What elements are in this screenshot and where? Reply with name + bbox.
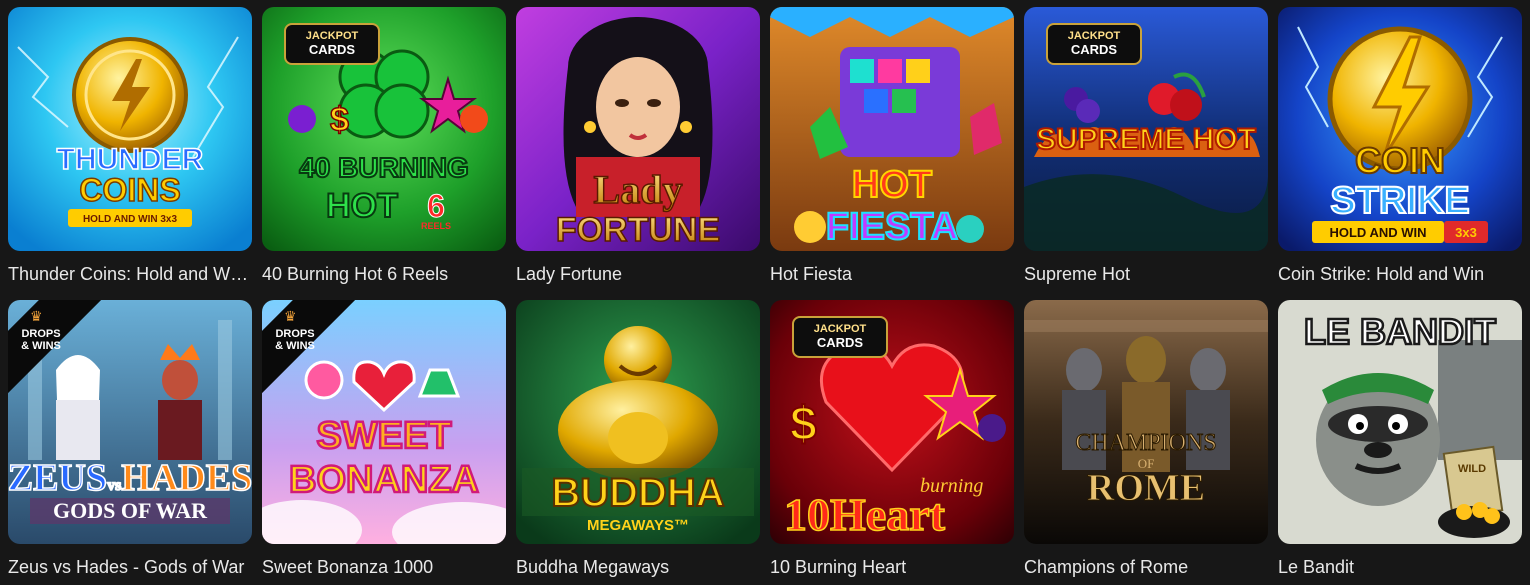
jackpot-cards-badge: JACKPOT CARDS: [1046, 23, 1142, 65]
art-text: Lady: [594, 167, 683, 212]
game-title[interactable]: Thunder Coins: Hold and Win 3x3: [8, 263, 252, 285]
drops-wins-label: DROPS & WINS: [275, 328, 315, 352]
game-title[interactable]: Hot Fiesta: [770, 263, 1014, 285]
game-title[interactable]: Buddha Megaways: [516, 556, 760, 578]
game-title[interactable]: Lady Fortune: [516, 263, 760, 285]
art-text: vs: [107, 477, 121, 494]
art-text: 10: [784, 489, 830, 540]
game-card-champions-of-rome[interactable]: CHAMPIONS OF ROME Champions of Rome: [1024, 300, 1268, 577]
art-text: MEGAWAYS™: [587, 517, 689, 534]
game-thumbnail[interactable]: HOT FIESTA: [770, 7, 1014, 251]
game-thumbnail[interactable]: $ burning 10Heart JACKPOT CARDS: [770, 300, 1014, 544]
jackpot-cards-badge: JACKPOT CARDS: [284, 23, 380, 65]
jackpot-cards-badge: JACKPOT CARDS: [792, 316, 888, 358]
art-text: GODS OF WAR: [53, 498, 208, 523]
game-card-supreme-hot[interactable]: SUPREME HOT JACKPOT CARDS Supreme Hot: [1024, 7, 1268, 300]
le-bandit-art: LE BANDIT WILD: [1278, 300, 1522, 544]
art-text: HOLD AND WIN: [1329, 225, 1426, 240]
game-title[interactable]: Sweet Bonanza 1000: [262, 556, 506, 578]
game-card-thunder-coins[interactable]: THUNDER COINS HOLD AND WIN 3x3 Thunder C…: [8, 7, 252, 300]
game-thumbnail[interactable]: Lady FORTUNE: [516, 7, 760, 251]
art-text: CHAMPIONS: [1075, 430, 1216, 456]
art-text: Heart: [830, 489, 946, 540]
game-card-sweet-bonanza[interactable]: SWEET BONANZA ♛ DROPS & WINS Sweet Bonanz…: [262, 300, 506, 577]
art-text: ROME: [1087, 467, 1205, 509]
drops-wins-label: DROPS & WINS: [21, 328, 61, 352]
game-thumbnail[interactable]: BUDDHA MEGAWAYS™: [516, 300, 760, 544]
svg-text:$: $: [330, 101, 349, 139]
hot-fiesta-art: HOT FIESTA: [770, 7, 1014, 251]
game-thumbnail[interactable]: LE BANDIT WILD: [1278, 300, 1522, 544]
crown-icon: ♛: [284, 308, 297, 324]
art-text: FORTUNE: [556, 211, 720, 249]
art-text: REELS: [421, 221, 451, 231]
art-text: HOT: [852, 164, 932, 206]
game-thumbnail[interactable]: ZEUSvsHADES GODS OF WAR ♛ DROPS & WINS: [8, 300, 252, 544]
game-card-40-burning-hot[interactable]: $ 40 BURNING HOT 6 REELS JACKPOT CARDS 40…: [262, 7, 506, 300]
art-text: STRIKE: [1330, 180, 1469, 222]
coin-strike-art: COIN STRIKE HOLD AND WIN 3x3: [1278, 7, 1522, 251]
game-card-le-bandit[interactable]: LE BANDIT WILD Le Bandit: [1278, 300, 1522, 577]
art-text: LE BANDIT: [1304, 311, 1496, 352]
game-title[interactable]: 10 Burning Heart: [770, 556, 1014, 578]
game-thumbnail[interactable]: CHAMPIONS OF ROME: [1024, 300, 1268, 544]
art-text: WILD: [1458, 463, 1486, 475]
art-text: SUPREME HOT: [1036, 123, 1256, 156]
game-card-hot-fiesta[interactable]: HOT FIESTA Hot Fiesta: [770, 7, 1014, 300]
art-text: 6: [427, 188, 445, 224]
art-text: HOLD AND WIN 3x3: [83, 214, 178, 225]
svg-text:ZEUSvsHADES: ZEUSvsHADES: [8, 457, 252, 499]
game-title[interactable]: Coin Strike: Hold and Win: [1278, 263, 1522, 285]
game-thumbnail[interactable]: SUPREME HOT JACKPOT CARDS: [1024, 7, 1268, 251]
crown-icon: ♛: [30, 308, 43, 324]
game-thumbnail[interactable]: COIN STRIKE HOLD AND WIN 3x3: [1278, 7, 1522, 251]
game-title[interactable]: Zeus vs Hades - Gods of War: [8, 556, 252, 578]
art-text: BUDDHA: [551, 471, 724, 515]
lady-fortune-art: Lady FORTUNE: [516, 7, 760, 251]
art-text: HADES: [121, 457, 252, 499]
art-text: HOT: [326, 187, 398, 225]
game-card-10-burning-heart[interactable]: $ burning 10Heart JACKPOT CARDS 10 Burnin…: [770, 300, 1014, 577]
art-text: 40 BURNING: [299, 152, 469, 183]
game-card-zeus-vs-hades[interactable]: ZEUSvsHADES GODS OF WAR ♛ DROPS & WINS Ze…: [8, 300, 252, 577]
art-text: 3x3: [1455, 225, 1477, 240]
art-text: SWEET: [316, 415, 451, 457]
svg-text:$: $: [790, 398, 817, 451]
art-text: COIN: [1355, 140, 1445, 181]
art-text: COINS: [79, 172, 180, 208]
game-thumbnail[interactable]: SWEET BONANZA ♛ DROPS & WINS: [262, 300, 506, 544]
svg-text:10Heart: 10Heart: [784, 489, 946, 540]
art-text: ZEUS: [8, 457, 107, 499]
thunder-coins-art: THUNDER COINS HOLD AND WIN 3x3: [8, 7, 252, 251]
game-card-buddha-megaways[interactable]: BUDDHA MEGAWAYS™ Buddha Megaways: [516, 300, 760, 577]
game-title[interactable]: Supreme Hot: [1024, 263, 1268, 285]
champions-of-rome-art: CHAMPIONS OF ROME: [1024, 300, 1268, 544]
game-title[interactable]: 40 Burning Hot 6 Reels: [262, 263, 506, 285]
game-grid: THUNDER COINS HOLD AND WIN 3x3 Thunder C…: [8, 7, 1522, 577]
game-card-lady-fortune[interactable]: Lady FORTUNE Lady Fortune: [516, 7, 760, 300]
art-text: BONANZA: [289, 459, 479, 501]
game-card-coin-strike[interactable]: COIN STRIKE HOLD AND WIN 3x3 Coin Strike…: [1278, 7, 1522, 300]
buddha-megaways-art: BUDDHA MEGAWAYS™: [516, 300, 760, 544]
game-thumbnail[interactable]: THUNDER COINS HOLD AND WIN 3x3: [8, 7, 252, 251]
game-title[interactable]: Champions of Rome: [1024, 556, 1268, 578]
game-title[interactable]: Le Bandit: [1278, 556, 1522, 578]
game-thumbnail[interactable]: $ 40 BURNING HOT 6 REELS JACKPOT CARDS: [262, 7, 506, 251]
art-text: FIESTA: [826, 206, 958, 248]
